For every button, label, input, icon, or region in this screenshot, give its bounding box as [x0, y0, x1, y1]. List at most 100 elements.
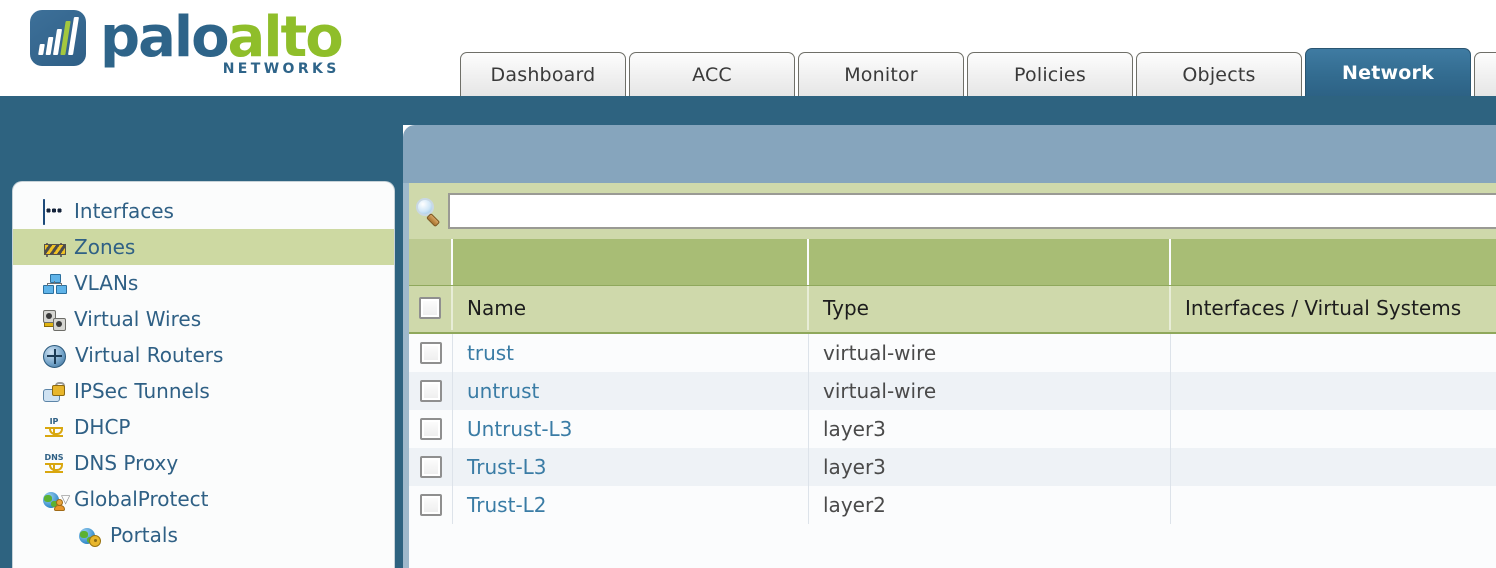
sidebar-item-label: IPSec Tunnels	[74, 380, 210, 402]
tab-dashboard[interactable]: Dashboard	[460, 52, 626, 96]
sidebar-item-dns-proxy[interactable]: DNS DNS Proxy	[13, 445, 394, 481]
cell-name[interactable]: untrust	[453, 372, 809, 410]
row-checkbox[interactable]	[420, 418, 442, 440]
cell-interfaces	[1171, 410, 1496, 448]
column-header-type[interactable]: Type	[809, 286, 1171, 330]
sidebar-item-label: DNS Proxy	[74, 452, 178, 474]
globalprotect-icon	[43, 490, 65, 511]
dhcp-icon-text: IP	[43, 417, 65, 426]
cell-interfaces	[1171, 486, 1496, 524]
main-tab-bar: Dashboard ACC Monitor Policies Objects N…	[460, 46, 1496, 96]
tab-network[interactable]: Network	[1305, 48, 1471, 96]
row-checkbox[interactable]	[420, 494, 442, 516]
sidebar-item-label: Portals	[110, 524, 178, 546]
tab-label: Monitor	[844, 64, 918, 86]
cell-type: layer3	[809, 448, 1171, 486]
column-header-name[interactable]: Name	[453, 286, 809, 330]
sidebar-item-label: Virtual Wires	[74, 308, 201, 330]
tab-policies[interactable]: Policies	[967, 52, 1133, 96]
sidebar-item-zones[interactable]: Zones	[13, 229, 394, 265]
select-all-checkbox[interactable]	[419, 297, 441, 319]
logo-subtitle: NETWORKS	[223, 62, 340, 76]
sidebar-item-portals[interactable]: Portals	[13, 517, 394, 553]
logo-word-palo: palo	[100, 5, 228, 70]
zone-link[interactable]: untrust	[467, 379, 539, 403]
tab-overflow-partial[interactable]	[1474, 52, 1496, 96]
table-row[interactable]: Untrust-L3 layer3	[409, 410, 1496, 448]
search-magnifier-icon[interactable]	[414, 196, 444, 226]
sidebar-item-virtual-routers[interactable]: Virtual Routers	[13, 337, 394, 373]
table-row[interactable]: trust virtual-wire	[409, 334, 1496, 372]
zone-link[interactable]: Untrust-L3	[467, 417, 572, 441]
tab-label: ACC	[692, 64, 732, 86]
sidebar-item-virtual-wires[interactable]: Virtual Wires	[13, 301, 394, 337]
cell-name[interactable]: Untrust-L3	[453, 410, 809, 448]
search-input[interactable]	[448, 193, 1496, 229]
tab-acc[interactable]: ACC	[629, 52, 795, 96]
tab-monitor[interactable]: Monitor	[798, 52, 964, 96]
sidebar-item-interfaces[interactable]: Interfaces	[13, 193, 394, 229]
cell-interfaces	[1171, 448, 1496, 486]
virtual-wires-icon	[43, 310, 65, 330]
row-select-cell[interactable]	[409, 486, 453, 524]
sidebar-item-ipsec-tunnels[interactable]: IPSec Tunnels	[13, 373, 394, 409]
zone-link[interactable]: Trust-L2	[467, 493, 547, 517]
virtual-routers-icon	[43, 345, 66, 368]
dhcp-icon: IP	[43, 418, 65, 439]
cell-interfaces	[1171, 334, 1496, 372]
row-checkbox[interactable]	[420, 342, 442, 364]
table-header-row: Name Type Interfaces / Virtual Systems	[409, 285, 1496, 334]
content-header-bar	[403, 125, 1496, 183]
cell-name[interactable]: Trust-L2	[453, 486, 809, 524]
zones-barricade-icon	[43, 240, 65, 258]
dns-icon-text: DNS	[43, 453, 65, 462]
vlans-icon	[43, 274, 65, 294]
cell-name[interactable]: Trust-L3	[453, 448, 809, 486]
cell-name[interactable]: trust	[453, 334, 809, 372]
table-row[interactable]: Trust-L3 layer3	[409, 448, 1496, 486]
sidebar-item-globalprotect[interactable]: ▽ GlobalProtect	[13, 481, 394, 517]
sidebar-item-label: DHCP	[74, 416, 130, 438]
zone-link[interactable]: Trust-L3	[467, 455, 547, 479]
tab-label: Dashboard	[491, 64, 596, 86]
tab-label: Network	[1342, 62, 1434, 84]
row-select-cell[interactable]	[409, 372, 453, 410]
sidebar-item-label: Virtual Routers	[75, 344, 223, 366]
dns-proxy-icon: DNS	[43, 454, 65, 475]
cell-type: layer3	[809, 410, 1171, 448]
tab-label: Objects	[1182, 64, 1255, 86]
table-row[interactable]: untrust virtual-wire	[409, 372, 1496, 410]
bar-chart-logo-icon	[30, 10, 86, 66]
zones-content-panel: Name Type Interfaces / Virtual Systems t…	[403, 125, 1496, 568]
select-all-cell[interactable]	[409, 286, 453, 330]
row-checkbox[interactable]	[420, 456, 442, 478]
sidebar-item-dhcp[interactable]: IP DHCP	[13, 409, 394, 445]
zones-table: Name Type Interfaces / Virtual Systems t…	[409, 239, 1496, 568]
tab-objects[interactable]: Objects	[1136, 52, 1302, 96]
row-select-cell[interactable]	[409, 410, 453, 448]
cell-type: virtual-wire	[809, 334, 1171, 372]
search-bar	[409, 183, 1496, 239]
sidebar-item-label: Interfaces	[74, 200, 174, 222]
portal-icon	[79, 526, 101, 547]
cell-type: virtual-wire	[809, 372, 1171, 410]
row-select-cell[interactable]	[409, 334, 453, 372]
zone-link[interactable]: trust	[467, 341, 514, 365]
table-header-spacer	[409, 239, 1496, 285]
row-checkbox[interactable]	[420, 380, 442, 402]
column-header-interfaces[interactable]: Interfaces / Virtual Systems	[1171, 286, 1496, 330]
paloalto-logo: paloalto NETWORKS	[30, 10, 342, 66]
ipsec-tunnels-icon	[43, 384, 65, 402]
top-bar: paloalto NETWORKS Dashboard ACC Monitor …	[0, 0, 1496, 96]
palo-alto-web-ui: paloalto NETWORKS Dashboard ACC Monitor …	[0, 0, 1496, 568]
network-sidebar: Interfaces Zones VLANs	[12, 181, 395, 568]
logo-wordmark: paloalto NETWORKS	[100, 10, 342, 66]
table-row[interactable]: Trust-L2 layer2	[409, 486, 1496, 524]
sidebar-item-vlans[interactable]: VLANs	[13, 265, 394, 301]
cell-type: layer2	[809, 486, 1171, 524]
cell-interfaces	[1171, 372, 1496, 410]
tab-label: Policies	[1014, 64, 1086, 86]
sidebar-nav-list: Interfaces Zones VLANs	[13, 182, 394, 553]
interfaces-icon	[43, 200, 65, 222]
row-select-cell[interactable]	[409, 448, 453, 486]
